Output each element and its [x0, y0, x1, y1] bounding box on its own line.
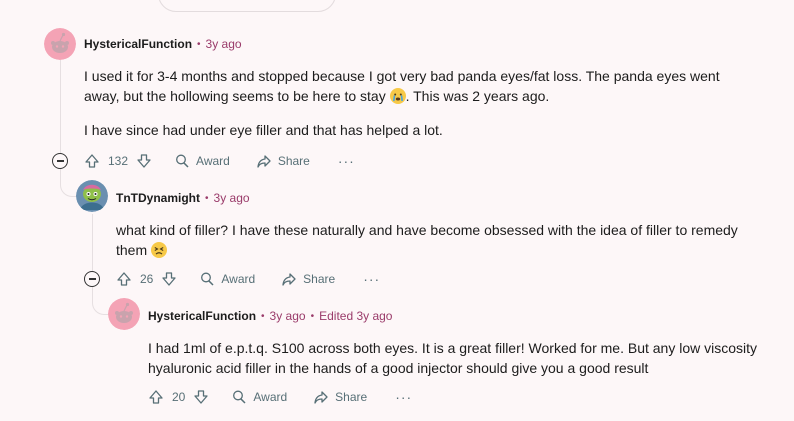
avatar[interactable]	[108, 298, 140, 330]
award-icon	[201, 272, 214, 286]
vote-group: 26	[116, 271, 177, 287]
vote-count: 20	[172, 390, 186, 404]
downvote-icon[interactable]	[136, 153, 152, 169]
share-icon	[314, 391, 328, 404]
thread-line[interactable]	[60, 60, 61, 156]
thread-connector	[60, 168, 77, 197]
vote-count: 132	[108, 154, 129, 168]
upvote-icon[interactable]	[148, 389, 164, 405]
minus-icon	[88, 278, 96, 280]
comment-text: I have since had under eye filler and th…	[84, 122, 443, 138]
downvote-icon[interactable]	[193, 389, 209, 405]
comment-actions: 20 Award Share ···	[148, 387, 412, 407]
collapse-button[interactable]	[84, 271, 100, 287]
comment-actions: 132 Award Share ···	[84, 151, 355, 171]
award-label: Award	[221, 272, 256, 286]
edited-label: Edited 3y ago	[319, 309, 393, 323]
separator-dot: •	[205, 192, 209, 204]
comment-time[interactable]: 3y ago	[270, 309, 306, 323]
separator-dot: •	[261, 310, 265, 322]
collapse-button[interactable]	[52, 153, 68, 169]
snoo-avatar-icon	[44, 28, 76, 60]
comment-text: I had 1ml of e.p.t.q. S100 across both e…	[148, 340, 758, 376]
persevering-face-icon	[151, 242, 168, 258]
comment-time[interactable]: 3y ago	[214, 191, 250, 205]
more-options-button[interactable]: ···	[363, 272, 380, 286]
upvote-icon[interactable]	[84, 153, 100, 169]
snoo-avatar-icon	[108, 298, 140, 330]
award-button[interactable]: Award	[199, 271, 255, 287]
comment-text: . This was 2 years ago.	[405, 88, 550, 104]
share-label: Share	[335, 390, 368, 404]
comment-body: I used it for 3-4 months and stopped bec…	[84, 66, 734, 140]
vote-count: 26	[140, 272, 154, 286]
comment-body: I had 1ml of e.p.t.q. S100 across both e…	[148, 338, 768, 378]
previous-comment-box	[158, 0, 336, 12]
comment-text: what kind of filler? I have these natura…	[116, 222, 738, 258]
separator-dot: •	[197, 38, 201, 50]
share-button[interactable]: Share	[256, 153, 310, 169]
more-options-button[interactable]: ···	[338, 154, 355, 168]
more-options-button[interactable]: ···	[395, 390, 412, 404]
vote-group: 132	[84, 153, 152, 169]
crying-face-icon	[389, 88, 406, 104]
share-label: Share	[277, 154, 310, 168]
comment-actions: 26 Award Share ···	[116, 269, 380, 289]
share-button[interactable]: Share	[281, 271, 335, 287]
minus-icon	[56, 160, 64, 162]
custom-avatar-icon	[76, 180, 108, 212]
avatar[interactable]	[44, 28, 76, 60]
separator-dot: •	[310, 310, 315, 322]
share-label: Share	[303, 272, 336, 286]
comment-body: what kind of filler? I have these natura…	[116, 220, 756, 260]
award-label: Award	[253, 390, 288, 404]
upvote-icon[interactable]	[116, 271, 132, 287]
comment-author[interactable]: HystericalFunction	[84, 37, 192, 51]
vote-group: 20	[148, 389, 209, 405]
award-button[interactable]: Award	[231, 389, 287, 405]
comment-author[interactable]: TnTDynamight	[116, 191, 200, 205]
award-label: Award	[196, 154, 230, 168]
downvote-icon[interactable]	[161, 271, 177, 287]
thread-line[interactable]	[92, 214, 93, 274]
award-button[interactable]: Award	[174, 153, 230, 169]
share-button[interactable]: Share	[313, 389, 367, 405]
share-icon	[282, 273, 296, 286]
award-icon	[233, 390, 246, 404]
thread-connector	[92, 286, 109, 315]
comment-time[interactable]: 3y ago	[206, 37, 242, 51]
share-icon	[257, 155, 271, 168]
comment-author[interactable]: HystericalFunction	[148, 309, 256, 323]
award-icon	[176, 154, 189, 168]
avatar[interactable]	[76, 180, 108, 212]
